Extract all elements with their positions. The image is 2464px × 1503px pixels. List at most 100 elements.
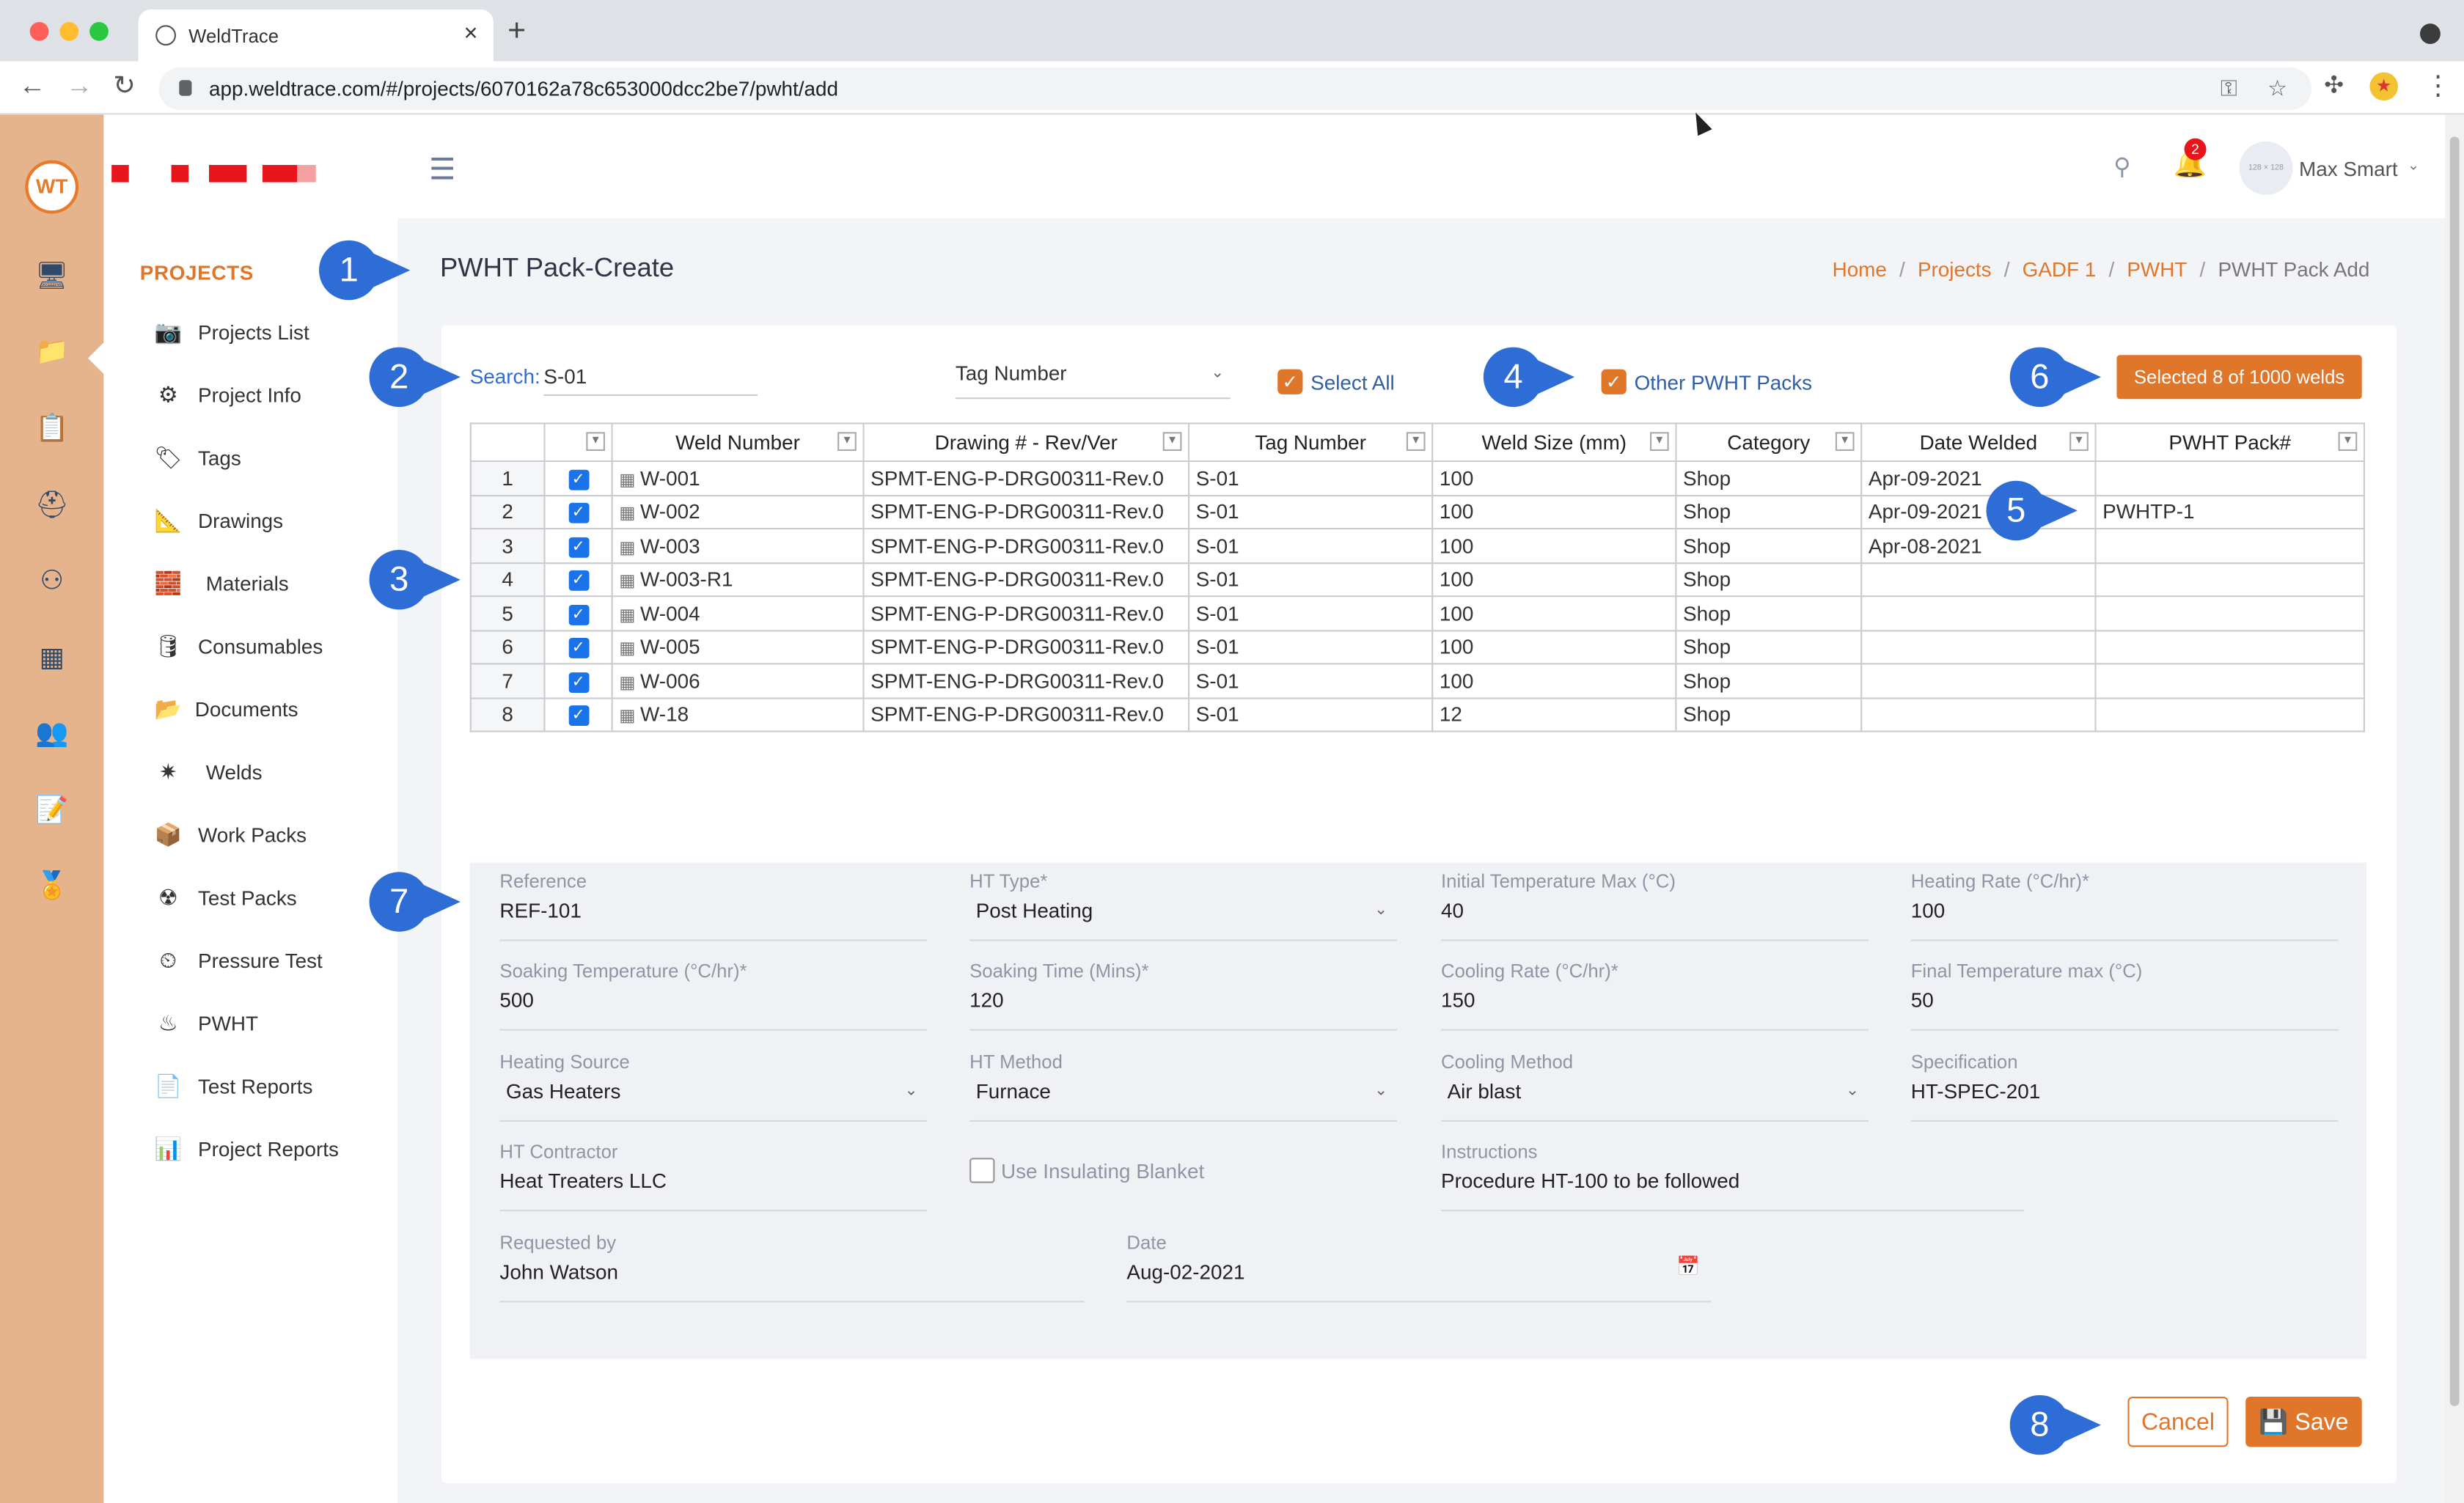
save-button[interactable]: 💾 Save: [2245, 1397, 2362, 1447]
table-row[interactable]: 5 ✓ ▦ W-004 SPMT-ENG-P-DRG00311-Rev.0 S-01 100…: [469, 595, 2365, 631]
other-packs-checkbox[interactable]: ✓: [1601, 369, 1627, 394]
sidebar-item-work-packs[interactable]: 📦 Work Packs: [153, 818, 307, 850]
window-close-dot[interactable]: [29, 22, 49, 41]
scrollbar-thumb[interactable]: [2449, 136, 2460, 1406]
profile-icon[interactable]: ★: [2369, 72, 2398, 101]
address-bar[interactable]: app.weldtrace.com/#/projects/6070162a78c…: [158, 67, 2312, 110]
sidebar-item-materials[interactable]: 🧱 Materials: [153, 567, 289, 599]
reference-field[interactable]: Reference REF-101: [499, 870, 928, 943]
extensions-icon[interactable]: ✣: [2324, 70, 2344, 99]
tab-close-icon[interactable]: ×: [464, 21, 478, 47]
table-row[interactable]: 3 ✓ ▦ W-003 SPMT-ENG-P-DRG00311-Rev.0 S-01 100…: [469, 528, 2365, 564]
project-folder-icon[interactable]: 📁: [32, 331, 73, 372]
column-header-weld-size[interactable]: Weld Size (mm) ▼: [1431, 422, 1677, 462]
sidebar-item-project-reports[interactable]: 📊 Project Reports: [153, 1133, 339, 1164]
select-all-checkbox[interactable]: ✓: [1277, 369, 1303, 394]
monitor-icon[interactable]: 🖥: [32, 256, 73, 297]
filter-icon[interactable]: ▼: [837, 432, 857, 451]
heating-source-select[interactable]: Heating Source Gas Heaters ⌄: [499, 1051, 928, 1124]
sidebar-item-project-info[interactable]: ⚙ Project Info: [153, 378, 301, 410]
specification-field[interactable]: Specification HT-SPEC-201: [1910, 1051, 2339, 1124]
calendar-icon[interactable]: 📅: [1676, 1255, 1700, 1277]
filter-icon[interactable]: ▼: [1835, 432, 1855, 451]
row-checkbox[interactable]: ✓: [568, 503, 589, 524]
cooling-method-select[interactable]: Cooling Method Air blast ⌄: [1440, 1051, 1869, 1124]
column-header-drawing[interactable]: Drawing # - Rev/Ver ▼: [862, 422, 1190, 462]
sidebar-item-projects-list[interactable]: 📷 Projects List: [153, 316, 309, 348]
search-icon[interactable]: ⚲: [2113, 152, 2131, 180]
filter-icon[interactable]: ▼: [2338, 432, 2358, 451]
row-checkbox[interactable]: ✓: [568, 570, 589, 592]
filter-icon[interactable]: ▼: [1162, 432, 1182, 451]
sidebar-item-pwht[interactable]: ♨ PWHT: [153, 1007, 258, 1039]
soaking-temperature-field[interactable]: Soaking Temperature (°C/hr)* 500: [499, 960, 928, 1032]
filter-icon[interactable]: ▼: [1406, 432, 1426, 451]
forward-arrow-icon[interactable]: →: [66, 70, 92, 102]
table-row[interactable]: 4 ✓ ▦ W-003-R1 SPMT-ENG-P-DRG00311-Rev.0 S-01…: [469, 562, 2365, 598]
final-temperature-field[interactable]: Final Temperature max (°C) 50: [1910, 960, 2339, 1032]
report-clock-icon[interactable]: 📝: [32, 790, 73, 831]
kebab-menu-icon[interactable]: ⋮: [2424, 70, 2451, 102]
certificate-icon[interactable]: 🏅: [32, 866, 73, 907]
org-chart-icon[interactable]: ⚇: [32, 561, 73, 602]
breadcrumb-projects[interactable]: Projects: [1918, 257, 1992, 281]
column-header-pwht-pack[interactable]: PWHT Pack# ▼: [2094, 422, 2365, 462]
table-row[interactable]: 2 ✓ ▦ W-002 SPMT-ENG-P-DRG00311-Rev.0 S-01 100…: [469, 493, 2365, 530]
ht-type-select[interactable]: HT Type* Post Heating ⌄: [969, 870, 1397, 943]
breadcrumb-project[interactable]: GADF 1: [2023, 257, 2097, 281]
weldtrace-logo[interactable]: WT: [25, 160, 79, 214]
row-checkbox[interactable]: ✓: [568, 705, 589, 727]
browser-tab[interactable]: WeldTrace ×: [138, 9, 494, 62]
tab-search-icon[interactable]: [2420, 23, 2441, 44]
cooling-rate-field[interactable]: Cooling Rate (°C/hr)* 150: [1440, 960, 1869, 1032]
search-input[interactable]: [543, 358, 758, 396]
row-checkbox[interactable]: ✓: [568, 469, 589, 490]
window-zoom-dot[interactable]: [89, 22, 109, 41]
row-checkbox[interactable]: ✓: [568, 672, 589, 693]
soaking-time-field[interactable]: Soaking Time (Mins)* 120: [969, 960, 1397, 1032]
ht-method-select[interactable]: HT Method Furnace ⌄: [969, 1051, 1397, 1124]
sidebar-item-documents[interactable]: 📂 Documents: [153, 693, 298, 724]
sidebar-item-pressure-test[interactable]: ⏲ Pressure Test: [153, 944, 323, 976]
monitor-chart-icon[interactable]: ▦: [32, 638, 73, 679]
filter-icon[interactable]: ▼: [1650, 432, 1669, 451]
settings-clipboard-icon[interactable]: 📋: [32, 408, 73, 449]
user-name[interactable]: Max Smart: [2299, 157, 2398, 180]
table-row[interactable]: 7 ✓ ▦ W-006 SPMT-ENG-P-DRG00311-Rev.0 S-01 100…: [469, 663, 2365, 699]
sidebar-item-consumables[interactable]: 🛢 Consumables: [153, 630, 323, 661]
insulating-blanket-checkbox[interactable]: [969, 1158, 995, 1183]
row-checkbox[interactable]: ✓: [568, 537, 589, 558]
requested-by-field[interactable]: Requested by John Watson: [499, 1232, 1085, 1304]
welder-icon[interactable]: ⛑: [32, 485, 73, 526]
heating-rate-field[interactable]: Heating Rate (°C/hr)* 100: [1910, 870, 2339, 943]
breadcrumb-pwht[interactable]: PWHT: [2127, 257, 2187, 281]
sidebar-item-test-reports[interactable]: 📄 Test Reports: [153, 1070, 313, 1101]
page-scrollbar[interactable]: [2445, 114, 2464, 1503]
column-header-select[interactable]: ▼: [543, 422, 613, 462]
avatar[interactable]: 128 × 128: [2239, 141, 2293, 195]
row-checkbox[interactable]: ✓: [568, 638, 589, 659]
filter-icon[interactable]: ▼: [586, 432, 605, 451]
window-minimize-dot[interactable]: [59, 22, 79, 41]
initial-temperature-field[interactable]: Initial Temperature Max (°C) 40: [1440, 870, 1869, 943]
ht-contractor-field[interactable]: HT Contractor Heat Treaters LLC: [499, 1141, 928, 1213]
key-icon[interactable]: ⚿: [2221, 76, 2237, 102]
table-row[interactable]: 8 ✓ ▦ W-18 SPMT-ENG-P-DRG00311-Rev.0 S-01 12 Sh…: [469, 697, 2365, 732]
selected-count-button[interactable]: Selected 8 of 1000 welds: [2116, 355, 2362, 400]
column-header-weld-number[interactable]: Weld Number ▼: [611, 422, 865, 462]
instructions-field[interactable]: Instructions Procedure HT-100 to be follo…: [1440, 1141, 2024, 1213]
table-row[interactable]: 6 ✓ ▦ W-005 SPMT-ENG-P-DRG00311-Rev.0 S-01 100…: [469, 629, 2365, 665]
team-icon[interactable]: 👥: [32, 713, 73, 754]
sidebar-item-tags[interactable]: 🏷 Tags: [153, 441, 241, 473]
star-icon[interactable]: ☆: [2267, 76, 2287, 102]
table-row[interactable]: 1 ✓ ▦ W-001 SPMT-ENG-P-DRG00311-Rev.0 S-01 100…: [469, 460, 2365, 496]
filter-icon[interactable]: ▼: [2069, 432, 2089, 451]
reload-icon[interactable]: ↻: [113, 70, 136, 102]
hamburger-menu-icon[interactable]: ☰: [429, 152, 456, 188]
cancel-button[interactable]: Cancel: [2127, 1397, 2229, 1447]
column-header-date-welded[interactable]: Date Welded ▼: [1860, 422, 2097, 462]
search-by-select[interactable]: Tag Number ⌄: [955, 361, 1231, 400]
new-tab-icon[interactable]: +: [507, 14, 526, 50]
date-field[interactable]: Date Aug-02-2021: [1126, 1232, 1712, 1304]
sidebar-item-drawings[interactable]: 📐 Drawings: [153, 504, 284, 536]
